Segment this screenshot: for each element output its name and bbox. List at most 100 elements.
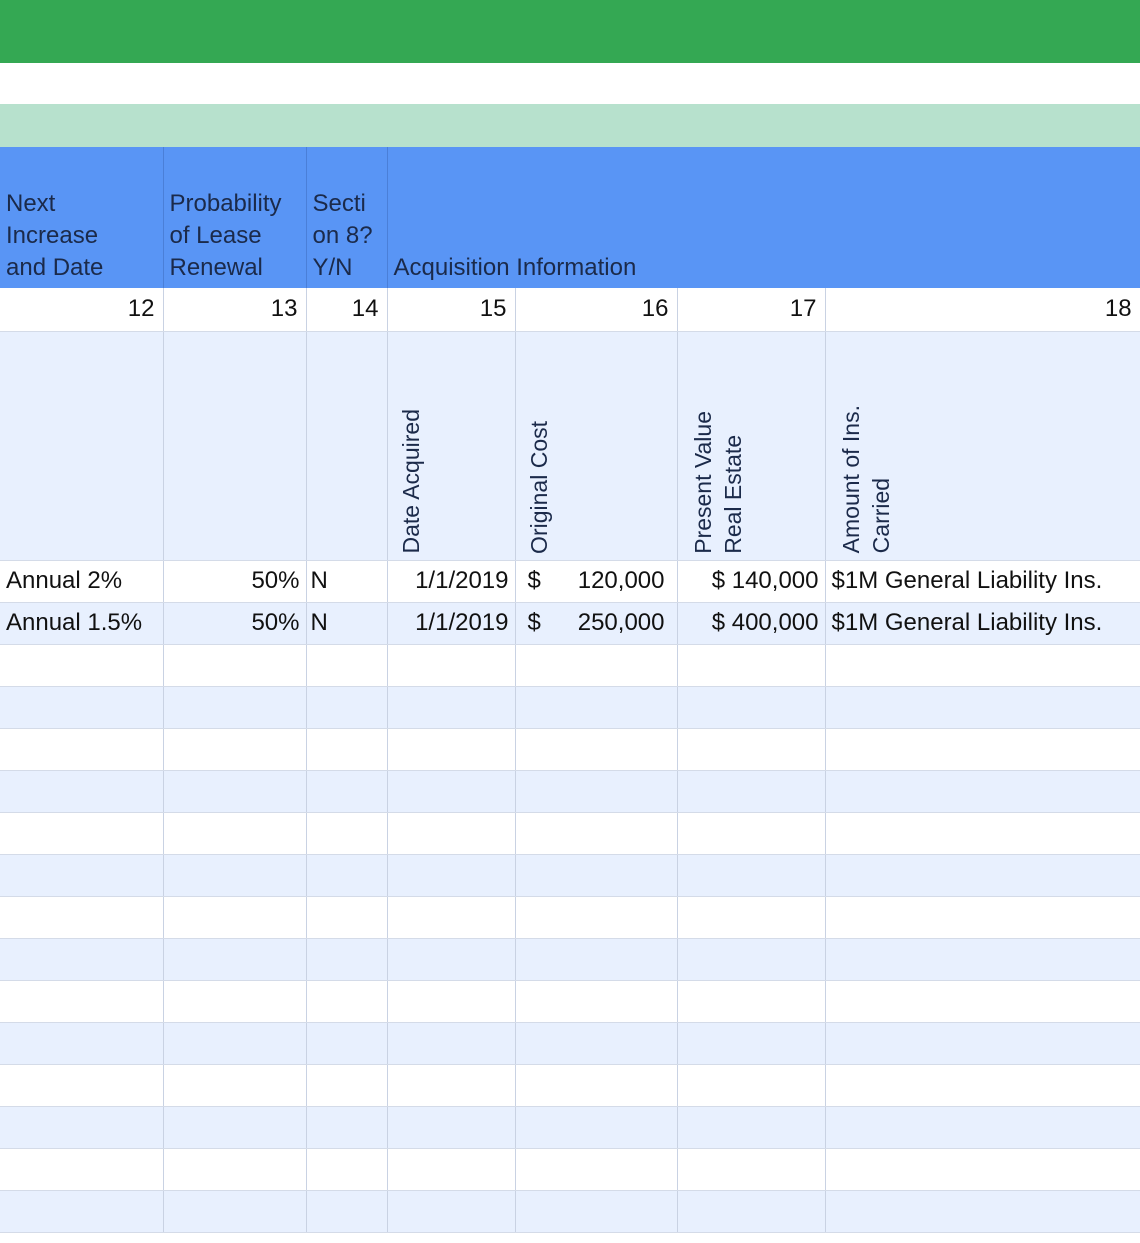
empty-cell[interactable] (515, 1064, 678, 1107)
empty-cell[interactable] (515, 770, 678, 813)
empty-cell[interactable] (515, 1022, 678, 1065)
empty-cell[interactable] (163, 728, 307, 771)
cell-present-value[interactable]: $ 140,000 (677, 560, 826, 603)
empty-cell[interactable] (163, 686, 307, 729)
empty-cell[interactable] (0, 896, 164, 939)
empty-cell[interactable] (163, 770, 307, 813)
cell-probability[interactable]: 50% (163, 602, 307, 645)
cell-insurance[interactable]: $1M General Liability Ins. (825, 602, 1140, 645)
empty-cell[interactable] (515, 1148, 678, 1191)
empty-cell[interactable] (163, 854, 307, 897)
empty-cell[interactable] (0, 1064, 164, 1107)
empty-cell[interactable] (677, 644, 826, 687)
empty-cell[interactable] (677, 1106, 826, 1149)
empty-cell[interactable] (0, 1148, 164, 1191)
empty-cell[interactable] (677, 854, 826, 897)
empty-cell[interactable] (515, 854, 678, 897)
empty-cell[interactable] (0, 1190, 164, 1233)
column-number[interactable]: 12 (0, 288, 164, 332)
empty-cell[interactable] (515, 728, 678, 771)
sub-header-empty[interactable] (306, 331, 388, 561)
empty-cell[interactable] (387, 1106, 516, 1149)
empty-cell[interactable] (825, 728, 1140, 771)
empty-cell[interactable] (677, 1190, 826, 1233)
empty-cell[interactable] (825, 1148, 1140, 1191)
empty-cell[interactable] (825, 1190, 1140, 1233)
empty-cell[interactable] (306, 770, 388, 813)
header-section-8[interactable]: Secti on 8? Y/N (306, 147, 388, 288)
empty-cell[interactable] (306, 1190, 388, 1233)
empty-cell[interactable] (163, 812, 307, 855)
empty-cell[interactable] (677, 770, 826, 813)
empty-cell[interactable] (515, 980, 678, 1023)
empty-cell[interactable] (387, 644, 516, 687)
cell-present-value[interactable]: $ 400,000 (677, 602, 826, 645)
column-number[interactable]: 18 (825, 288, 1140, 332)
empty-cell[interactable] (306, 1064, 388, 1107)
empty-cell[interactable] (825, 1022, 1140, 1065)
empty-cell[interactable] (825, 1106, 1140, 1149)
empty-cell[interactable] (515, 812, 678, 855)
empty-cell[interactable] (306, 644, 388, 687)
header-acquisition-information[interactable]: Acquisition Information (387, 147, 1140, 288)
empty-cell[interactable] (306, 980, 388, 1023)
empty-cell[interactable] (387, 1190, 516, 1233)
column-number[interactable]: 16 (515, 288, 678, 332)
empty-cell[interactable] (163, 1148, 307, 1191)
cell-section8[interactable]: N (306, 560, 388, 603)
column-number[interactable]: 17 (677, 288, 826, 332)
empty-cell[interactable] (163, 980, 307, 1023)
blank-row[interactable] (0, 63, 1140, 105)
empty-cell[interactable] (163, 1106, 307, 1149)
empty-cell[interactable] (677, 728, 826, 771)
empty-cell[interactable] (387, 938, 516, 981)
empty-cell[interactable] (0, 770, 164, 813)
column-number[interactable]: 14 (306, 288, 388, 332)
cell-increase[interactable]: Annual 2% (0, 560, 164, 603)
cell-original-cost[interactable]: $250,000 (515, 602, 678, 645)
empty-cell[interactable] (163, 644, 307, 687)
empty-cell[interactable] (306, 728, 388, 771)
empty-cell[interactable] (825, 896, 1140, 939)
empty-cell[interactable] (0, 980, 164, 1023)
empty-cell[interactable] (0, 1106, 164, 1149)
cell-date-acquired[interactable]: 1/1/2019 (387, 602, 516, 645)
empty-cell[interactable] (387, 686, 516, 729)
empty-cell[interactable] (515, 644, 678, 687)
empty-cell[interactable] (825, 770, 1140, 813)
empty-cell[interactable] (677, 1022, 826, 1065)
cell-increase[interactable]: Annual 1.5% (0, 602, 164, 645)
empty-cell[interactable] (825, 686, 1140, 729)
column-number[interactable]: 13 (163, 288, 307, 332)
empty-cell[interactable] (0, 644, 164, 687)
empty-cell[interactable] (677, 686, 826, 729)
empty-cell[interactable] (0, 686, 164, 729)
empty-cell[interactable] (306, 1106, 388, 1149)
empty-cell[interactable] (515, 1106, 678, 1149)
empty-cell[interactable] (387, 854, 516, 897)
header-next-increase[interactable]: Next Increase and Date (0, 147, 164, 288)
empty-cell[interactable] (306, 812, 388, 855)
empty-cell[interactable] (825, 854, 1140, 897)
cell-original-cost[interactable]: $120,000 (515, 560, 678, 603)
empty-cell[interactable] (677, 812, 826, 855)
empty-cell[interactable] (306, 1148, 388, 1191)
empty-cell[interactable] (825, 812, 1140, 855)
empty-cell[interactable] (387, 896, 516, 939)
cell-section8[interactable]: N (306, 602, 388, 645)
sub-header-empty[interactable] (163, 331, 307, 561)
empty-cell[interactable] (825, 644, 1140, 687)
header-probability-renewal[interactable]: Probability of Lease Renewal (163, 147, 307, 288)
sub-header-insurance[interactable]: Amount of Ins. Carried (825, 331, 1140, 561)
empty-cell[interactable] (306, 1022, 388, 1065)
sub-header-date-acquired[interactable]: Date Acquired (387, 331, 516, 561)
empty-cell[interactable] (306, 686, 388, 729)
empty-cell[interactable] (306, 854, 388, 897)
empty-cell[interactable] (163, 938, 307, 981)
empty-cell[interactable] (677, 980, 826, 1023)
empty-cell[interactable] (163, 1022, 307, 1065)
empty-cell[interactable] (677, 938, 826, 981)
empty-cell[interactable] (387, 812, 516, 855)
cell-insurance[interactable]: $1M General Liability Ins. (825, 560, 1140, 603)
empty-cell[interactable] (163, 1190, 307, 1233)
